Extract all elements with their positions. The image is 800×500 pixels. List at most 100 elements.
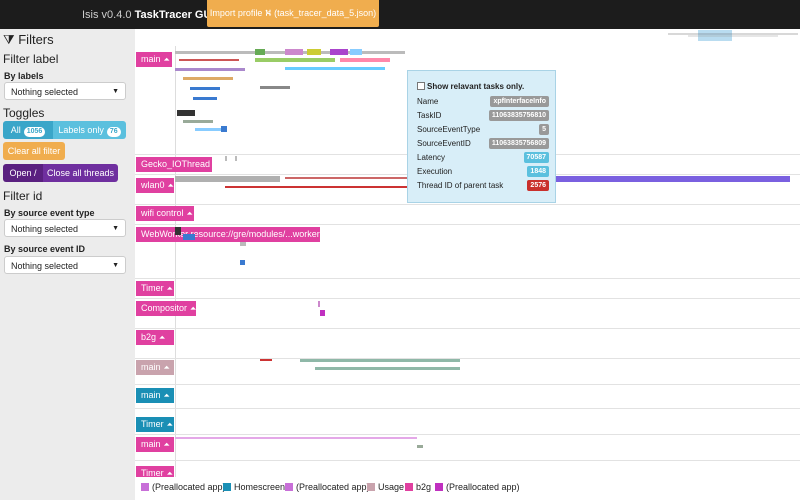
legend-item: (Preallocated app)	[285, 482, 370, 492]
legend-item: Usage	[367, 482, 404, 492]
row-divider	[135, 358, 800, 359]
row-divider	[135, 384, 800, 385]
task-bar[interactable]	[555, 176, 790, 182]
thread-label[interactable]: Gecko_IOThread⏶	[136, 157, 212, 172]
caret-down-icon: ▼	[112, 225, 119, 232]
task-bar[interactable]	[340, 58, 390, 62]
caret-up-icon: ⏶	[186, 209, 193, 218]
task-bar[interactable]	[179, 59, 239, 61]
task-bar[interactable]	[175, 227, 181, 235]
tooltip-row: TaskID 11063835756810	[417, 110, 549, 121]
task-bar[interactable]	[193, 97, 217, 100]
timeline-minimap[interactable]	[668, 30, 798, 42]
legend-item: Homescreen	[223, 482, 285, 492]
task-bar[interactable]	[285, 49, 303, 55]
row-divider	[135, 278, 800, 279]
row-divider	[135, 434, 800, 435]
caret-up-icon: ⏶	[163, 391, 170, 400]
task-details-tooltip: Show relavant tasks only. Name xpfInterfa…	[407, 70, 556, 203]
task-bar[interactable]	[350, 49, 362, 55]
task-bar[interactable]	[318, 301, 320, 307]
by-labels-select[interactable]: Nothing selected ▼	[4, 82, 126, 100]
legend-item: (Preallocated app)	[141, 482, 226, 492]
thread-label[interactable]: main ⏶	[136, 52, 172, 67]
task-bar[interactable]	[225, 156, 227, 161]
thread-label[interactable]: main ⏶	[136, 360, 174, 375]
task-bar[interactable]	[260, 359, 272, 361]
close-all-threads-button[interactable]: Close all threads	[43, 164, 118, 182]
row-divider	[135, 328, 800, 329]
import-profile-button[interactable]: Import profile ⛕ (task_tracer_data_5.jso…	[207, 0, 379, 27]
row-divider	[135, 224, 800, 225]
row-divider	[135, 204, 800, 205]
open-threads-button[interactable]: Open /	[3, 164, 43, 182]
thread-label[interactable]: wifi control ⏶	[136, 206, 194, 221]
thread-label[interactable]: WebWorker resource://gre/modules/...work…	[136, 227, 320, 242]
filter-id-heading: Filter id	[3, 189, 43, 203]
thread-label[interactable]: Timer ⏶	[136, 417, 174, 432]
task-bar[interactable]	[320, 310, 325, 316]
thread-label[interactable]: main ⏶	[136, 388, 174, 403]
tooltip-row: Execution 1848	[417, 166, 549, 177]
task-bar[interactable]	[190, 87, 220, 90]
task-bar[interactable]	[255, 49, 265, 55]
caret-up-icon: ⏶	[167, 181, 174, 190]
toggle-labels-only-button[interactable]: Labels only 76	[53, 121, 126, 139]
caret-up-icon: ⏶	[163, 55, 170, 64]
clear-all-filter-button[interactable]: Clear all filter	[3, 142, 65, 160]
task-bar[interactable]	[307, 49, 321, 55]
task-bar[interactable]	[175, 437, 417, 439]
task-bar[interactable]	[183, 77, 233, 80]
caret-down-icon: ▼	[112, 88, 119, 95]
funnel-icon: ⧩	[3, 32, 15, 47]
task-bar[interactable]	[177, 110, 195, 116]
task-bar[interactable]	[260, 86, 290, 89]
thread-label[interactable]: Timer ⏶	[136, 281, 174, 296]
source-event-type-select[interactable]: Nothing selected ▼	[4, 219, 126, 237]
filter-label-heading: Filter label	[3, 52, 59, 66]
task-bar[interactable]	[285, 67, 385, 70]
timeline-start-line	[175, 46, 176, 486]
task-bar[interactable]	[235, 156, 237, 161]
caret-up-icon: ⏶	[166, 284, 174, 293]
task-bar[interactable]	[315, 367, 460, 370]
toggle-all-button[interactable]: All 1056	[3, 121, 53, 139]
tooltip-row: Thread ID of parent task 2576	[417, 180, 549, 191]
task-bar[interactable]	[175, 68, 245, 71]
caret-up-icon: ⏶	[166, 420, 174, 429]
task-bar[interactable]	[183, 234, 195, 240]
thread-label[interactable]: Compositor ⏶	[136, 301, 196, 316]
task-bar[interactable]	[195, 128, 223, 131]
filters-sidebar: ⧩ Filters Filter label By labels Nothing…	[0, 29, 135, 500]
task-bar[interactable]	[240, 260, 245, 265]
thread-label[interactable]: main ⏶	[136, 437, 174, 452]
thread-label[interactable]: wlan0 ⏶	[136, 178, 174, 193]
caret-up-icon: ⏶	[163, 440, 170, 449]
task-bar[interactable]	[183, 120, 213, 123]
task-bar[interactable]	[221, 126, 227, 132]
task-bar[interactable]	[225, 186, 415, 188]
row-divider	[135, 460, 800, 461]
task-bar[interactable]	[175, 176, 280, 182]
by-labels-label: By labels	[4, 71, 44, 81]
task-bar[interactable]	[240, 242, 246, 246]
show-relevant-tasks-checkbox[interactable]: Show relavant tasks only.	[417, 82, 524, 91]
task-bar[interactable]	[417, 445, 423, 448]
top-bar: Isis v0.4.0 TaskTracer GUI Import profil…	[0, 0, 800, 41]
thread-label[interactable]: b2g ⏶	[136, 330, 174, 345]
source-event-id-select[interactable]: Nothing selected ▼	[4, 256, 126, 274]
app-title: Isis v0.4.0 TaskTracer GUI	[82, 9, 215, 21]
task-bar[interactable]	[330, 49, 348, 55]
legend: (Preallocated app) Homescreen (Prealloca…	[135, 477, 800, 500]
tooltip-row: Latency 70587	[417, 152, 549, 163]
tooltip-row: SourceEventType 5	[417, 124, 549, 135]
filters-heading: ⧩ Filters	[3, 32, 54, 47]
row-divider	[135, 298, 800, 299]
task-bar[interactable]	[300, 359, 460, 362]
caret-up-icon: ⏶	[159, 333, 166, 342]
task-bar[interactable]	[255, 58, 335, 62]
tooltip-row: Name xpfInterfaceInfo	[417, 96, 549, 107]
toggles-heading: Toggles	[3, 106, 45, 120]
legend-item: (Preallocated app)	[435, 482, 520, 492]
tooltip-row: SourceEventID 11063835756809	[417, 138, 549, 149]
